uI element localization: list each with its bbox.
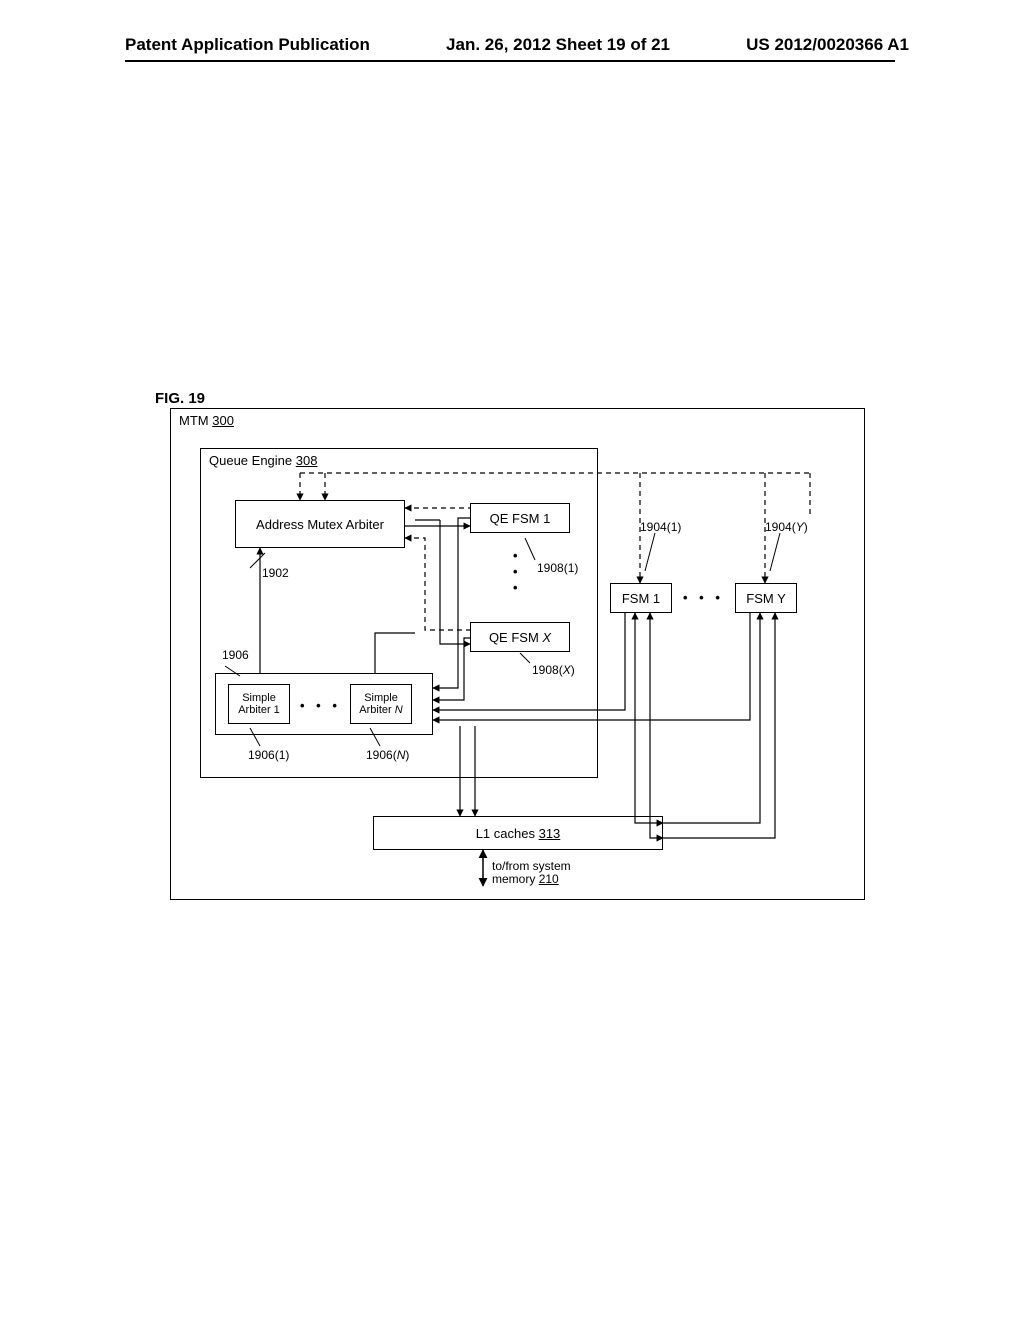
qe-fsm-x-label: QE FSM X (489, 630, 551, 645)
qe-fsm-1-box: QE FSM 1 (470, 503, 570, 533)
simple-arbiter-1-label1: Simple (242, 692, 276, 704)
qe-fsm-1-label: QE FSM 1 (490, 511, 551, 526)
ref-1904-1: 1904(1) (640, 520, 681, 534)
fsm-dots: • • • (683, 590, 724, 605)
ref-1906: 1906 (222, 648, 249, 662)
l1-caches-box: L1 caches 313 (373, 816, 663, 850)
fsm-y-label: FSM Y (746, 591, 786, 606)
fsm-y-box: FSM Y (735, 583, 797, 613)
mtm-ref: 300 (212, 413, 234, 428)
simple-arbiter-n-label2: Arbiter N (359, 704, 402, 716)
page-header: Patent Application Publication Jan. 26, … (0, 35, 1024, 55)
header-right: US 2012/0020366 A1 (746, 35, 909, 55)
simple-arbiter-1-box: Simple Arbiter 1 (228, 684, 290, 724)
ref-1908-x: 1908(X) (532, 663, 575, 677)
ref-1906-n: 1906(N) (366, 748, 409, 762)
queue-engine-label: Queue Engine (209, 453, 292, 468)
ref-1908-1: 1908(1) (537, 561, 578, 575)
page: Patent Application Publication Jan. 26, … (0, 0, 1024, 1320)
simple-arbiter-n-box: Simple Arbiter N (350, 684, 412, 724)
header-rule (125, 60, 895, 62)
qe-fsm-dots: ••• (513, 548, 518, 596)
l1-caches-label: L1 caches 313 (476, 826, 561, 841)
figure-label: FIG. 19 (155, 390, 205, 407)
simple-arbiter-n-label1: Simple (364, 692, 398, 704)
simple-arbiter-dots: • • • (300, 698, 341, 713)
memory-text: to/from system memory 210 (492, 860, 571, 886)
qe-fsm-x-box: QE FSM X (470, 622, 570, 652)
ref-1904-y: 1904(Y) (765, 520, 808, 534)
ref-1902: 1902 (262, 566, 289, 580)
address-mutex-arbiter-box: Address Mutex Arbiter (235, 500, 405, 548)
queue-engine-ref: 308 (296, 453, 318, 468)
diagram: MTM 300 Queue Engine 308 Address Mutex A… (170, 408, 865, 900)
address-mutex-arbiter-label: Address Mutex Arbiter (256, 517, 384, 532)
fsm-1-box: FSM 1 (610, 583, 672, 613)
mtm-label: MTM (179, 413, 209, 428)
simple-arbiter-1-label2: Arbiter 1 (238, 704, 280, 716)
header-center: Jan. 26, 2012 Sheet 19 of 21 (446, 35, 670, 55)
fsm-1-label: FSM 1 (622, 591, 660, 606)
ref-1906-1: 1906(1) (248, 748, 289, 762)
header-left: Patent Application Publication (125, 35, 370, 55)
